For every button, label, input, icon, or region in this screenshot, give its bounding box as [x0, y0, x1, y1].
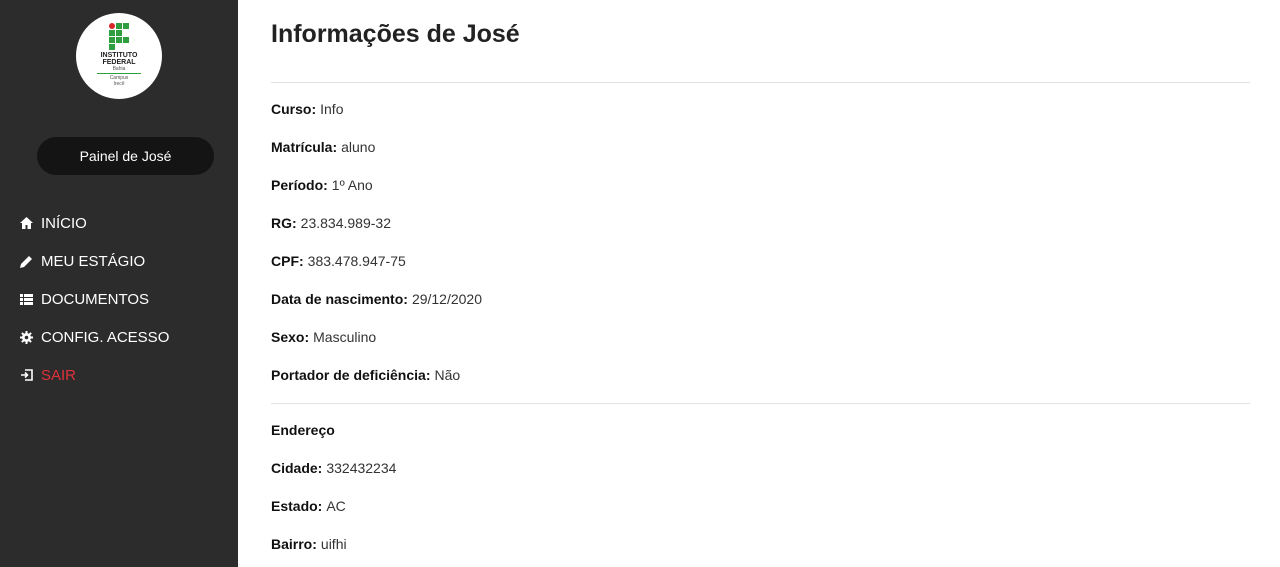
home-icon — [20, 217, 36, 229]
field-label: Bairro: — [271, 536, 317, 552]
field-label: CPF: — [271, 253, 304, 269]
field-label: Portador de deficiência: — [271, 367, 431, 383]
field-data-nascimento: Data de nascimento: 29/12/2020 — [271, 291, 482, 307]
field-periodo: Período: 1º Ano — [271, 177, 373, 193]
field-cidade: Cidade: 332432234 — [271, 460, 396, 476]
sidebar-item-sair[interactable]: SAIR — [20, 356, 169, 394]
institute-logo: INSTITUTO FEDERAL Bahia Campus Irecê — [76, 13, 162, 99]
sidebar-item-label: MEU ESTÁGIO — [41, 252, 146, 270]
field-label: Período: — [271, 177, 328, 193]
field-deficiencia: Portador de deficiência: Não — [271, 367, 460, 383]
sidebar: INSTITUTO FEDERAL Bahia Campus Irecê Pai… — [0, 0, 238, 567]
field-label: Data de nascimento: — [271, 291, 408, 307]
divider — [271, 403, 1250, 404]
sidebar-item-documentos[interactable]: DOCUMENTOS — [20, 280, 169, 318]
field-value: 1º Ano — [331, 177, 373, 193]
field-cpf: CPF: 383.478.947-75 — [271, 253, 406, 269]
list-icon — [20, 293, 36, 305]
field-value: 332432234 — [326, 460, 397, 476]
address-heading: Endereço — [271, 422, 339, 438]
field-value: 383.478.947-75 — [307, 253, 406, 269]
field-value: AC — [326, 498, 346, 514]
field-label: Curso: — [271, 101, 317, 117]
field-curso: Curso: Info — [271, 101, 343, 117]
field-label: RG: — [271, 215, 297, 231]
sidebar-menu: INÍCIO MEU ESTÁGIO DOCUMENTOS CONFIG. AC… — [20, 204, 169, 394]
logo-text: INSTITUTO — [100, 52, 138, 59]
sidebar-item-config-acesso[interactable]: CONFIG. ACESSO — [20, 318, 169, 356]
field-matricula: Matrícula: aluno — [271, 139, 375, 155]
field-label: Sexo: — [271, 329, 310, 345]
sidebar-item-inicio[interactable]: INÍCIO — [20, 204, 169, 242]
field-rg: RG: 23.834.989-32 — [271, 215, 391, 231]
sidebar-item-label: DOCUMENTOS — [41, 290, 150, 308]
sidebar-item-label: CONFIG. ACESSO — [41, 328, 170, 346]
field-sexo: Sexo: Masculino — [271, 329, 376, 345]
field-label: Cidade: — [271, 460, 323, 476]
sidebar-item-label: SAIR — [41, 366, 77, 384]
field-value: aluno — [341, 139, 376, 155]
field-value: Não — [434, 367, 461, 383]
panel-button[interactable]: Painel de José — [37, 137, 214, 175]
logo-text: Bahia — [112, 66, 126, 72]
field-value: Info — [320, 101, 344, 117]
logo-mark-icon — [109, 23, 129, 50]
logo-text: FEDERAL — [102, 59, 136, 66]
field-value: Masculino — [313, 329, 377, 345]
field-label: Estado: — [271, 498, 323, 514]
field-value: 23.834.989-32 — [300, 215, 391, 231]
page-title: Informações de José — [271, 20, 520, 48]
divider — [271, 82, 1250, 83]
pencil-icon — [20, 255, 36, 268]
section-heading: Endereço — [271, 422, 335, 438]
gear-icon — [20, 330, 36, 344]
sign-in-icon — [20, 369, 36, 381]
field-label: Matrícula: — [271, 139, 338, 155]
field-value: 29/12/2020 — [411, 291, 483, 307]
field-bairro: Bairro: uifhi — [271, 536, 347, 552]
sidebar-item-label: INÍCIO — [41, 214, 87, 232]
logo-text: Irecê — [113, 81, 125, 87]
sidebar-item-meu-estagio[interactable]: MEU ESTÁGIO — [20, 242, 169, 280]
field-estado: Estado: AC — [271, 498, 346, 514]
field-value: uifhi — [320, 536, 347, 552]
